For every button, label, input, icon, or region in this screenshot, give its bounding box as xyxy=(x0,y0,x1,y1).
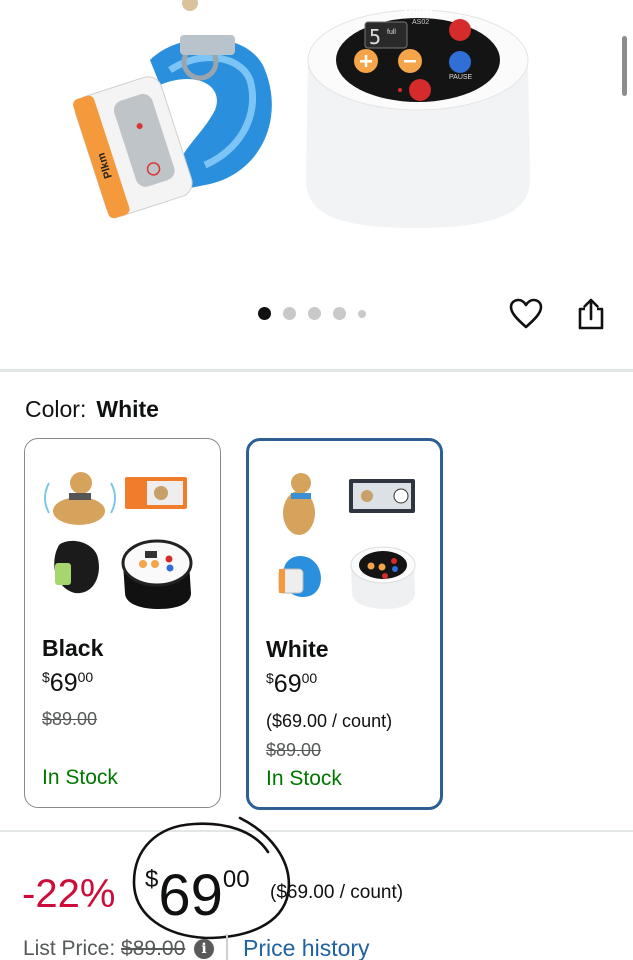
option-name: Black xyxy=(42,635,104,661)
section-divider xyxy=(0,830,633,832)
base-station-illustration: 5 full Plkm AS02 PAUSE xyxy=(306,5,530,228)
share-icon xyxy=(578,298,604,330)
product-image[interactable]: Plkm 5 full Plkm AS02 PAUSE xyxy=(0,0,633,290)
option-name: White xyxy=(266,636,329,662)
current-price: $6900 xyxy=(145,863,250,928)
option-stock-status: In Stock xyxy=(42,766,118,789)
unit-price: ($69.00 / count) xyxy=(270,882,404,903)
gallery-pagination[interactable] xyxy=(258,307,366,320)
option-price: $6900 xyxy=(266,670,318,698)
collar-illustration: Plkm xyxy=(73,0,272,219)
list-price: List Price: $89.00 xyxy=(23,937,186,960)
svg-text:5: 5 xyxy=(369,25,381,49)
svg-text:PAUSE: PAUSE xyxy=(449,74,473,81)
color-option-thumbnail xyxy=(44,472,193,609)
section-divider xyxy=(0,369,633,372)
share-button[interactable] xyxy=(573,296,609,332)
info-icon[interactable]: i xyxy=(194,939,214,959)
color-option-black[interactable]: Black $6900 $89.00 In Stock xyxy=(24,438,221,808)
svg-text:full: full xyxy=(387,29,396,36)
pagination-dot-active[interactable] xyxy=(258,307,271,320)
heart-icon xyxy=(509,298,543,329)
scrollbar[interactable] xyxy=(622,36,627,96)
svg-text:Plkm: Plkm xyxy=(404,5,433,19)
product-image-gallery[interactable]: Plkm 5 full Plkm AS02 PAUSE xyxy=(0,0,633,372)
pagination-dot[interactable] xyxy=(358,309,366,318)
pagination-dot[interactable] xyxy=(333,307,346,320)
option-list-price: $89.00 xyxy=(42,709,98,729)
pagination-dot[interactable] xyxy=(308,307,321,320)
price-history-link[interactable]: Price history xyxy=(243,935,370,960)
color-selector-heading: Color: White xyxy=(25,396,159,423)
option-price: $6900 xyxy=(42,669,94,697)
color-label: Color: xyxy=(25,396,87,422)
color-option-thumbnail xyxy=(278,473,416,609)
pagination-dot[interactable] xyxy=(283,307,296,320)
favorite-button[interactable] xyxy=(508,296,544,332)
discount-percent: -22% xyxy=(22,872,116,916)
separator xyxy=(226,934,228,960)
color-option-white[interactable]: White $6900 ($69.00 / count) $89.00 In S… xyxy=(246,438,443,810)
option-unit-price: ($69.00 / count) xyxy=(266,711,393,731)
svg-text:AS02: AS02 xyxy=(412,19,429,26)
option-list-price: $89.00 xyxy=(266,740,322,760)
color-selected-value: White xyxy=(96,396,159,422)
option-stock-status: In Stock xyxy=(266,767,342,790)
